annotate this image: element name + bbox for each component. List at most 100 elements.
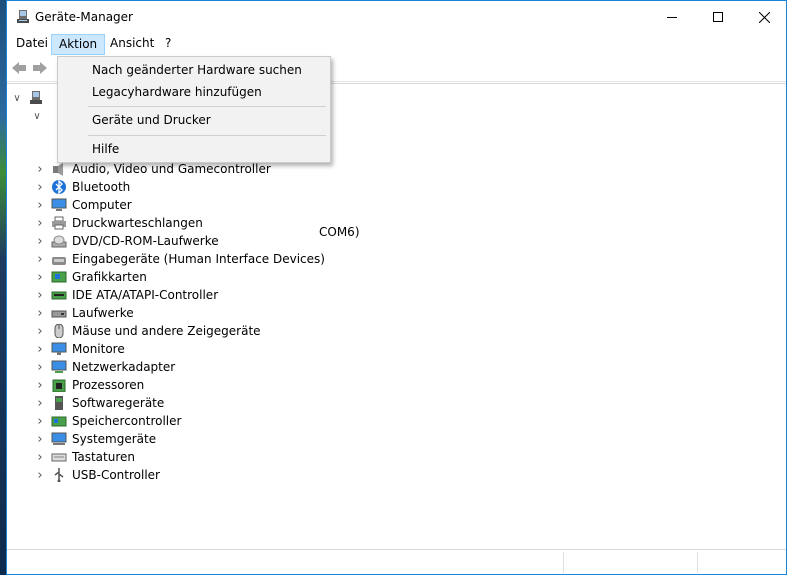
tree-item-label: Grafikkarten	[72, 270, 147, 284]
bluetooth-icon	[52, 180, 66, 194]
printer-icon	[52, 216, 66, 230]
expand-chevron-icon[interactable]: ›	[33, 450, 47, 465]
hid-icon	[52, 257, 66, 265]
tree-item-label: Druckwarteschlangen	[72, 216, 203, 230]
collapse-chevron-icon[interactable]: ∨	[10, 93, 24, 104]
expand-chevron-icon[interactable]: ›	[33, 324, 47, 339]
menu-item-devices-printers[interactable]: Geräte und Drucker	[59, 109, 329, 131]
computer-icon	[51, 198, 67, 211]
tree-item[interactable]: › Systemgeräte	[33, 430, 156, 448]
tree-item[interactable]: › Laufwerke	[33, 304, 134, 322]
menu-bar: Datei Aktion Ansicht ?	[7, 33, 786, 55]
aktion-dropdown-menu: Nach geänderter Hardware suchen Legacyha…	[57, 56, 331, 163]
tree-item-label: Mäuse und andere Zeigegeräte	[72, 324, 261, 338]
menu-ansicht[interactable]: Ansicht	[103, 35, 161, 54]
expand-chevron-icon[interactable]: ›	[33, 360, 47, 375]
menu-datei[interactable]: Datei	[9, 35, 55, 54]
menu-item-scan-hardware[interactable]: Nach geänderter Hardware suchen	[59, 59, 329, 81]
device-manager-window: Geräte-Manager Datei Aktion Ansicht ? ∨	[6, 0, 787, 575]
storage-controller-icon	[51, 416, 67, 427]
minimize-button[interactable]	[649, 1, 695, 33]
expand-chevron-icon[interactable]: ›	[33, 432, 47, 447]
tree-item-label: Computer	[72, 198, 132, 212]
tree-subnode[interactable]: ∨	[30, 107, 44, 125]
expand-chevron-icon[interactable]: ›	[33, 234, 47, 249]
maximize-button[interactable]	[695, 1, 741, 33]
title-bar: Geräte-Manager	[7, 1, 786, 33]
expand-chevron-icon[interactable]: ›	[33, 198, 47, 213]
close-icon	[758, 11, 770, 23]
expand-chevron-icon[interactable]: ›	[33, 252, 47, 267]
expand-chevron-icon[interactable]: ›	[33, 306, 47, 321]
expand-chevron-icon[interactable]: ›	[33, 216, 47, 231]
expand-chevron-icon[interactable]: ›	[33, 180, 47, 195]
window-title: Geräte-Manager	[35, 10, 133, 24]
back-button[interactable]	[10, 60, 28, 76]
tree-item-label: Audio, Video und Gamecontroller	[72, 162, 271, 176]
tree-item[interactable]: › Softwaregeräte	[33, 394, 164, 412]
monitor-icon	[51, 342, 67, 355]
tree-item[interactable]: › Prozessoren	[33, 376, 144, 394]
tree-item-label: Speichercontroller	[72, 414, 182, 428]
expand-chevron-icon[interactable]: ›	[33, 288, 47, 303]
menu-help[interactable]: ?	[158, 35, 178, 54]
computer-root-icon	[30, 91, 42, 104]
partial-device-label: COM6)	[319, 225, 360, 239]
status-separator	[697, 552, 698, 573]
tree-item[interactable]: › Computer	[33, 196, 132, 214]
forward-arrow-icon	[33, 62, 47, 74]
tree-item[interactable]: › Grafikkarten	[33, 268, 147, 286]
tree-item-label: Eingabegeräte (Human Interface Devices)	[72, 252, 325, 266]
tree-item[interactable]: › Mäuse und andere Zeigegeräte	[33, 322, 261, 340]
expand-chevron-icon[interactable]: ›	[33, 378, 47, 393]
tree-item[interactable]: › Tastaturen	[33, 448, 135, 466]
tree-item[interactable]: › Bluetooth	[33, 178, 130, 196]
collapse-chevron-icon[interactable]: ∨	[30, 111, 44, 122]
tree-item[interactable]: › Netzwerkadapter	[33, 358, 175, 376]
ide-controller-icon	[51, 291, 67, 300]
expand-chevron-icon[interactable]: ›	[33, 162, 47, 177]
software-device-icon	[55, 396, 63, 410]
menu-separator	[88, 106, 326, 107]
device-manager-icon	[17, 10, 29, 23]
status-separator	[563, 552, 564, 573]
tree-item-label: DVD/CD-ROM-Laufwerke	[72, 234, 219, 248]
menu-item-add-legacy-hardware[interactable]: Legacyhardware hinzufügen	[59, 81, 329, 103]
tree-item-label: USB-Controller	[72, 468, 160, 482]
tree-item[interactable]: › Speichercontroller	[33, 412, 181, 430]
keyboard-icon	[51, 453, 67, 462]
usb-icon	[54, 468, 64, 482]
tree-item[interactable]: › Monitore	[33, 340, 125, 358]
mouse-icon	[54, 324, 64, 338]
processor-icon	[52, 379, 66, 392]
tree-item[interactable]: › Druckwarteschlangen	[33, 214, 203, 232]
tree-item-label: Prozessoren	[72, 378, 145, 392]
drive-icon	[51, 310, 67, 318]
tree-item-label: Softwaregeräte	[72, 396, 165, 410]
audio-icon	[53, 163, 63, 176]
menu-item-help[interactable]: Hilfe	[59, 138, 329, 160]
minimize-icon	[667, 16, 677, 18]
network-adapter-icon	[51, 360, 67, 373]
tree-item-label: Netzwerkadapter	[72, 360, 176, 374]
status-bar	[7, 549, 786, 574]
expand-chevron-icon[interactable]: ›	[33, 270, 47, 285]
tree-item-label: Monitore	[72, 342, 125, 356]
system-device-icon	[51, 432, 67, 445]
tree-item[interactable]: › Eingabegeräte (Human Interface Devices)	[33, 250, 325, 268]
expand-chevron-icon[interactable]: ›	[33, 342, 47, 357]
forward-button[interactable]	[31, 60, 49, 76]
tree-item-label: Laufwerke	[72, 306, 134, 320]
expand-chevron-icon[interactable]: ›	[33, 396, 47, 411]
tree-item[interactable]: › DVD/CD-ROM-Laufwerke	[33, 232, 219, 250]
tree-item[interactable]: › USB-Controller	[33, 466, 160, 484]
tree-item[interactable]: › IDE ATA/ATAPI-Controller	[33, 286, 218, 304]
expand-chevron-icon[interactable]: ›	[33, 468, 47, 483]
maximize-icon	[713, 12, 723, 22]
tree-item-label: Tastaturen	[72, 450, 135, 464]
back-arrow-icon	[12, 62, 26, 74]
expand-chevron-icon[interactable]: ›	[33, 414, 47, 429]
close-button[interactable]	[741, 1, 787, 33]
tree-root[interactable]: ∨	[10, 89, 49, 107]
menu-aktion[interactable]: Aktion	[51, 34, 106, 55]
